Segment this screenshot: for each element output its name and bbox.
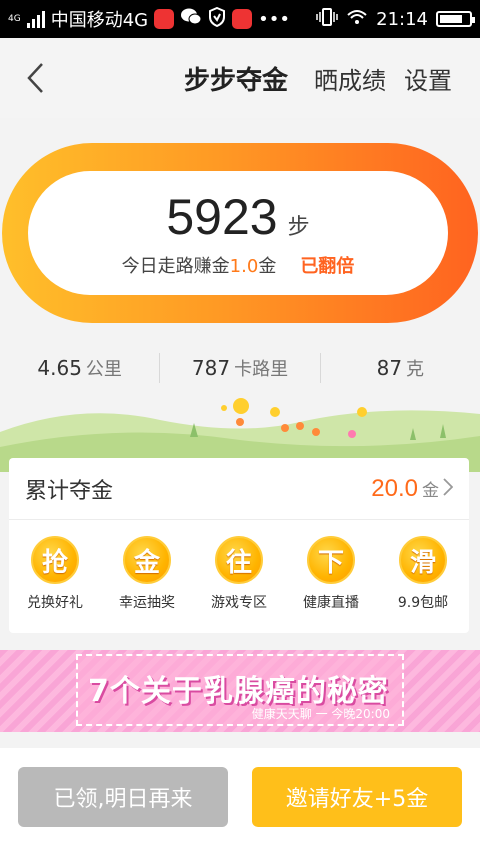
coin-icon: 滑 (399, 536, 447, 584)
status-bar: 4G 中国移动4G ••• 21:14 (0, 0, 480, 38)
feature-grid: 抢 兑换好礼 金 幸运抽奖 往 游戏专区 下 健康直播 滑 9.9包邮 (9, 520, 469, 612)
more-notifications-icon: ••• (258, 8, 290, 30)
doubled-badge: 已翻倍 (300, 256, 355, 277)
network-badge: 4G (8, 14, 21, 24)
settings-button[interactable]: 设置 (404, 61, 452, 96)
stats-row: 4.65 公里 787 卡路里 87 克 (0, 350, 480, 386)
claimed-button[interactable]: 已领,明日再来 (18, 767, 228, 827)
clock-time: 21:14 (376, 8, 428, 30)
step-count: 5923 (166, 189, 278, 245)
earn-suffix: 金 (258, 256, 277, 277)
banner-subtitle: 健康天天聊 一 今晚20:00 (251, 707, 390, 721)
page-title: 步步夺金 (184, 65, 289, 96)
bottom-action-bar: 已领,明日再来 邀请好友+5金 (0, 748, 480, 854)
stat-unit: 公里 (85, 359, 122, 380)
weibo-notification-icon (154, 9, 175, 29)
step-unit: 步 (287, 215, 310, 240)
gold-amount: 20.0 (371, 474, 418, 502)
share-results-button[interactable]: 晒成绩 (314, 61, 386, 96)
feature-label: 游戏专区 (211, 595, 267, 611)
earn-prefix: 今日走路赚金 (121, 256, 230, 277)
banner-frame: 7个关于乳腺癌的秘密 健康天天聊 一 今晚20:00 (76, 654, 404, 726)
gold-summary-row[interactable]: 累计夺金 20.0 金 (9, 458, 469, 520)
stat-value: 4.65 (37, 356, 82, 380)
invite-friends-button[interactable]: 邀请好友+5金 (252, 767, 462, 827)
battery-fill (440, 15, 463, 23)
coin-icon: 往 (215, 536, 263, 584)
gold-unit: 金 (422, 481, 439, 501)
carrier-label: 中国移动4G (50, 10, 149, 31)
gold-label: 累计夺金 (25, 478, 114, 504)
nav-bar: 步步夺金 晒成绩 设置 (0, 38, 480, 118)
feature-redeem-gifts[interactable]: 抢 兑换好礼 (15, 536, 95, 612)
vpn-shield-icon (208, 6, 226, 32)
banner-title: 7个关于乳腺癌的秘密 (88, 674, 389, 709)
signal-icon (26, 10, 45, 28)
back-button[interactable] (16, 58, 56, 98)
promo-banner[interactable]: 7个关于乳腺癌的秘密 健康天天聊 一 今晚20:00 (0, 650, 480, 732)
stat-calories: 787 卡路里 (160, 355, 319, 381)
earn-info: 今日走路赚金 1.0 金 已翻倍 (122, 252, 355, 278)
stat-unit: 克 (406, 359, 425, 380)
coin-icon: 抢 (31, 536, 79, 584)
wechat-notification-icon (180, 7, 202, 32)
feature-label: 兑换好礼 (27, 595, 83, 611)
step-ring-inner: 5923 步 今日走路赚金 1.0 金 已翻倍 (28, 171, 448, 295)
vibrate-icon (316, 7, 338, 32)
feature-label: 幸运抽奖 (119, 595, 175, 611)
feature-free-shipping[interactable]: 滑 9.9包邮 (383, 536, 463, 612)
stat-value: 787 (191, 356, 231, 380)
chevron-left-icon (27, 63, 43, 93)
chevron-right-icon (443, 477, 454, 501)
step-counter-panel: 5923 步 今日走路赚金 1.0 金 已翻倍 (0, 143, 480, 323)
coin-icon: 下 (307, 536, 355, 584)
wifi-icon (346, 7, 368, 32)
gold-card: 累计夺金 20.0 金 抢 兑换好礼 金 幸运抽奖 往 游戏专区 下 健康直播 … (9, 458, 469, 633)
coin-icon: 金 (123, 536, 171, 584)
earn-rate: 1.0 (229, 256, 259, 277)
feature-label: 健康直播 (303, 595, 359, 611)
app-notification-icon (232, 9, 253, 29)
stat-fat: 87 克 (321, 355, 480, 381)
stat-unit: 卡路里 (234, 359, 289, 380)
feature-games[interactable]: 往 游戏专区 (199, 536, 279, 612)
feature-lucky-draw[interactable]: 金 幸运抽奖 (107, 536, 187, 612)
battery-icon (436, 11, 475, 27)
feature-label: 9.9包邮 (397, 595, 449, 611)
stat-distance: 4.65 公里 (0, 355, 159, 381)
feature-health-live[interactable]: 下 健康直播 (291, 536, 371, 612)
stat-value: 87 (376, 356, 403, 380)
